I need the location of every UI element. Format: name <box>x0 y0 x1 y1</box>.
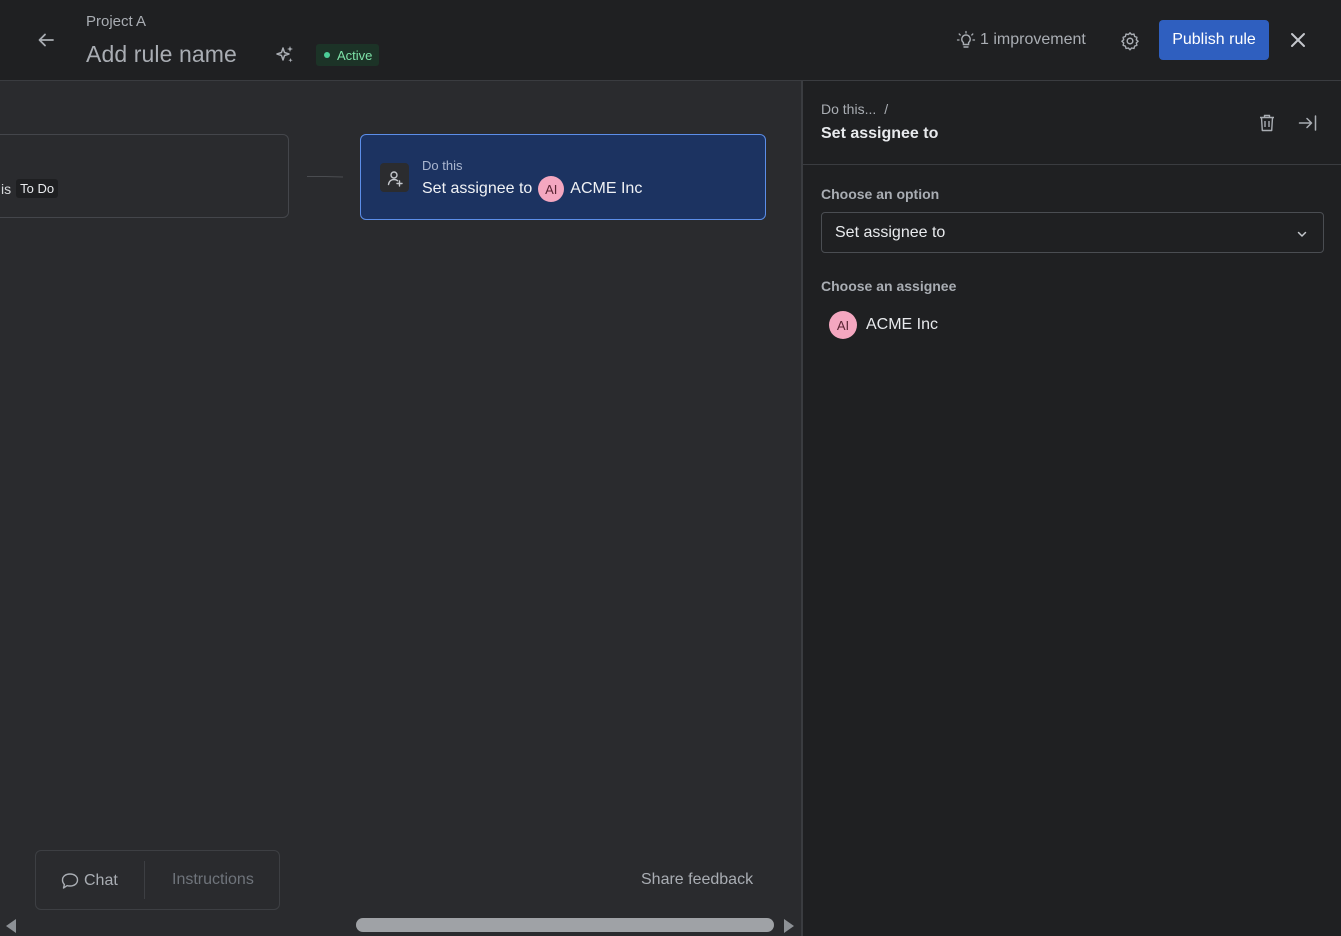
improvement-label: 1 improvement <box>980 31 1086 48</box>
delete-button[interactable] <box>1255 111 1279 135</box>
status-badge: Active <box>316 44 380 66</box>
horizontal-scrollbar[interactable] <box>0 915 801 935</box>
action-icon-box <box>380 163 409 192</box>
app: Project A Add rule name Active 1 improve… <box>0 0 1341 936</box>
panel-title: Set assignee to <box>821 125 939 142</box>
chevron-down-icon <box>1297 231 1307 237</box>
publish-rule-button[interactable]: Publish rule <box>1159 20 1269 60</box>
avatar: AI <box>829 311 857 339</box>
breadcrumb-separator: / <box>884 101 889 117</box>
settings-button[interactable] <box>1116 27 1144 55</box>
tab-chat-label: Chat <box>84 872 118 889</box>
assignee-option[interactable]: AI ACME Inc <box>829 311 938 339</box>
assignee-label: Choose an assignee <box>821 278 957 294</box>
panel-header: Do this... / Set assignee to <box>803 81 1341 165</box>
collapse-panel-button[interactable] <box>1296 111 1320 135</box>
status-chip: To Do <box>16 179 59 198</box>
bottom-tabs: Chat Instructions <box>35 850 280 910</box>
trigger-condition: is To Do <box>1 179 59 198</box>
action-summary: Set assignee to AI ACME Inc <box>422 176 642 202</box>
rule-name-input[interactable]: Add rule name <box>86 41 237 68</box>
close-icon <box>1291 33 1305 47</box>
breadcrumb-item[interactable]: Do this... <box>821 101 876 117</box>
chat-bubble-icon <box>61 873 79 889</box>
action-assignee: ACME Inc <box>570 180 643 197</box>
rule-canvas[interactable]: is To Do Do this Set assignee to AI ACME… <box>0 81 801 936</box>
option-select[interactable]: Set assignee to <box>821 212 1324 253</box>
improvement-button[interactable]: 1 improvement <box>956 28 1086 52</box>
collapse-panel-icon <box>1298 115 1317 131</box>
scroll-right-arrow[interactable] <box>784 919 794 933</box>
project-name: Project A <box>86 13 147 30</box>
option-select-value: Set assignee to <box>835 224 946 241</box>
person-add-icon <box>387 170 403 187</box>
breadcrumb: Do this... / <box>821 101 888 117</box>
action-config-panel: Do this... / Set assignee to Choose an o… <box>801 81 1341 936</box>
lightbulb-icon <box>956 30 976 48</box>
tab-chat[interactable]: Chat <box>60 871 118 891</box>
tab-instructions[interactable]: Instructions <box>172 871 254 889</box>
trash-icon <box>1260 114 1274 132</box>
assignee-name: ACME Inc <box>866 316 939 333</box>
scroll-left-arrow[interactable] <box>6 919 16 933</box>
avatar: AI <box>538 176 565 202</box>
connector-line <box>306 176 344 178</box>
sparkles-icon <box>276 46 293 63</box>
scroll-thumb[interactable] <box>356 918 774 932</box>
trigger-card[interactable]: is To Do <box>0 134 289 218</box>
status-dot <box>324 52 330 58</box>
status-label: Active <box>337 47 373 63</box>
trigger-prefix: is <box>1 180 12 197</box>
action-text: Set assignee to <box>422 180 533 197</box>
tab-divider <box>144 861 145 899</box>
action-kicker: Do this <box>422 158 463 173</box>
gear-icon <box>1121 32 1139 51</box>
share-feedback-link[interactable]: Share feedback <box>641 871 753 889</box>
option-label: Choose an option <box>821 186 940 202</box>
action-card[interactable]: Do this Set assignee to AI ACME Inc <box>360 134 766 220</box>
back-button[interactable] <box>30 24 62 56</box>
ai-generate-button[interactable] <box>272 42 298 68</box>
close-button[interactable] <box>1284 26 1312 54</box>
header: Project A Add rule name Active 1 improve… <box>0 0 1341 81</box>
back-arrow-icon <box>38 33 54 47</box>
